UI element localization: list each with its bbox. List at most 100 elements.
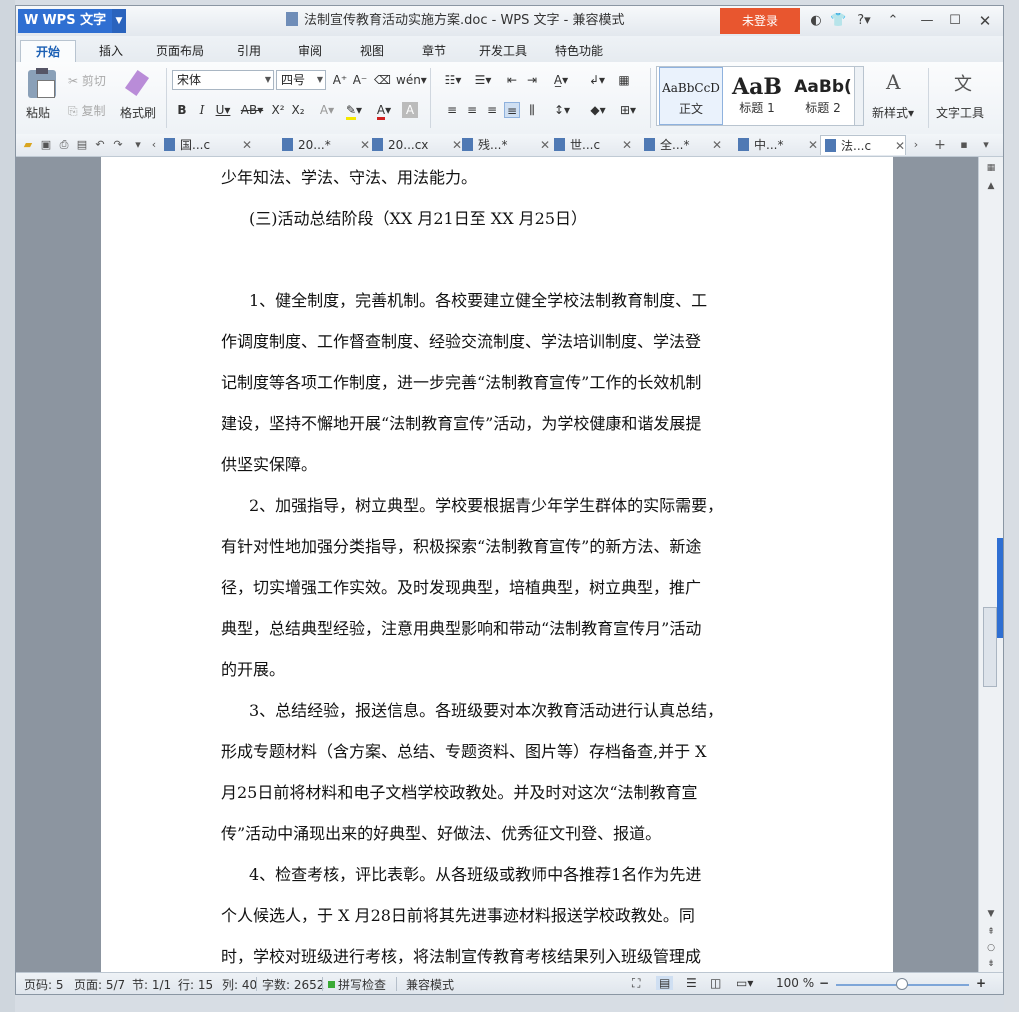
distributed-icon[interactable]: ⫼ [524,102,540,118]
close-icon[interactable]: ✕ [242,135,252,155]
tab-special[interactable]: 特色功能 [546,40,612,62]
browse-object-icon[interactable]: ○ [983,941,999,955]
tab-menu-icon[interactable]: ▾ [978,137,994,153]
bold-icon[interactable]: B [174,102,190,118]
doc-tab[interactable]: 中...* ✕ [738,135,818,155]
underline-icon[interactable]: U▾ [212,102,234,118]
doc-tab[interactable]: 全...* ✕ [644,135,722,155]
next-page-icon[interactable]: ⇟ [983,957,999,971]
tab-list-icon[interactable]: ▪ [956,137,972,153]
tab-developer[interactable]: 开发工具 [470,40,536,62]
split-icon[interactable]: ▦ [983,161,999,175]
tab-view[interactable]: 视图 [346,40,398,62]
new-style-button[interactable]: A 新样式▾ [868,66,926,126]
font-color-icon[interactable]: A▾ [372,102,396,120]
status-section[interactable]: 节: 1/1 [132,976,171,993]
align-center-icon[interactable]: ≡ [464,102,480,118]
subscript-icon[interactable]: X₂ [290,102,306,118]
status-word-count[interactable]: 字数: 2652 [262,976,324,993]
chinese-layout-icon[interactable]: A̲▾ [548,72,574,88]
zoom-slider-handle[interactable] [895,978,908,990]
scroll-thumb[interactable] [983,607,997,687]
new-tab-icon[interactable]: + [932,137,948,153]
style-heading-2[interactable]: AaBb( 标题 2 [791,67,855,125]
phonetic-guide-icon[interactable]: wén▾ [396,72,427,88]
show-marks-icon[interactable]: ↲▾ [586,72,608,88]
grow-font-icon[interactable]: A⁺ [332,72,348,88]
save-icon[interactable]: ▣ [38,137,54,153]
line-spacing-icon[interactable]: ↕▾ [550,102,574,118]
undo-icon[interactable]: ↶ [92,137,108,153]
page-view-icon[interactable]: ▤ [656,976,674,990]
minimize-icon[interactable]: — [918,12,936,30]
zoom-level[interactable]: 100 % [776,976,814,990]
status-column[interactable]: 列: 40 [222,976,257,993]
doc-tab-active[interactable]: 法...c ✕ [820,135,906,155]
zoom-in-icon[interactable]: + [976,976,986,990]
customize-icon[interactable]: ▾ [130,137,146,153]
increase-indent-icon[interactable]: ⇥ [524,72,540,88]
tab-review[interactable]: 审阅 [284,40,336,62]
tab-chapter[interactable]: 章节 [408,40,460,62]
close-icon[interactable]: ✕ [452,135,462,155]
close-icon[interactable]: ✕ [360,135,370,155]
login-button[interactable]: 未登录 [720,8,800,34]
scroll-up-icon[interactable]: ▲ [983,179,999,193]
tab-insert[interactable]: 插入 [86,40,136,62]
status-page-number[interactable]: 页码: 5 [24,976,64,993]
shading-icon[interactable]: ◆▾ [586,102,610,118]
justify-icon[interactable]: ≡ [504,102,520,118]
web-view-icon[interactable]: ◫ [710,976,721,990]
font-size-select[interactable]: 四号 ▼ [276,70,326,90]
status-row[interactable]: 行: 15 [178,976,213,993]
close-icon[interactable]: ✕ [808,135,818,155]
text-effect-icon[interactable]: A▾ [316,102,338,118]
skin-icon[interactable]: ◐ [808,12,824,30]
reading-view-icon[interactable]: ▭▾ [736,976,753,990]
doc-tab[interactable]: 国...c ✕ [164,135,252,155]
spell-check-toggle[interactable]: 拼写检查 [328,976,386,993]
close-icon[interactable]: ✕ [976,12,994,30]
fullscreen-view-icon[interactable]: ⛶ [632,976,640,991]
align-left-icon[interactable]: ≡ [444,102,460,118]
copy-button[interactable]: ⎘ 复制 [68,102,105,119]
close-icon[interactable]: ✕ [895,136,905,156]
doc-tab[interactable]: 世...c ✕ [554,135,632,155]
cut-button[interactable]: ✂ 剪切 [68,72,106,89]
clear-format-icon[interactable]: ⌫ [374,72,391,88]
print-icon[interactable]: ⎙ [56,137,72,153]
document-page[interactable]: 少年知法、学法、守法、用法能力。 (三)活动总结阶段（XX 月21日至 XX 月2… [101,157,893,972]
tab-references[interactable]: 引用 [224,40,274,62]
highlight-icon[interactable]: ✎▾ [342,102,366,120]
style-gallery-scroll[interactable] [854,66,864,126]
outline-view-icon[interactable]: ☰ [686,976,697,990]
redo-icon[interactable]: ↷ [110,137,126,153]
shrink-font-icon[interactable]: A⁻ [352,72,368,88]
table-icon[interactable]: ▦ [616,72,632,88]
help-icon[interactable]: ?▾ [852,12,876,30]
bullet-list-icon[interactable]: ☷▾ [440,72,466,88]
style-normal[interactable]: AaBbCcD 正文 [659,67,723,125]
align-right-icon[interactable]: ≡ [484,102,500,118]
doc-tab[interactable]: 残...* ✕ [462,135,550,155]
prev-page-icon[interactable]: ⇞ [983,925,999,939]
tab-page-layout[interactable]: 页面布局 [146,40,214,62]
strikethrough-icon[interactable]: AB▾ [240,102,264,118]
decrease-indent-icon[interactable]: ⇤ [504,72,520,88]
tabs-left-icon[interactable]: ‹ [146,137,162,153]
side-panel-toggle[interactable] [997,538,1003,638]
format-painter-button[interactable]: 格式刷 [118,66,160,126]
close-icon[interactable]: ✕ [540,135,550,155]
open-folder-icon[interactable]: ▰ [20,137,36,153]
scroll-down-icon[interactable]: ▼ [983,907,999,921]
tab-home[interactable]: 开始 [20,40,76,62]
char-shading-icon[interactable]: A [402,102,418,118]
doc-tab[interactable]: 20...cx ✕ [372,135,462,155]
app-menu-button[interactable]: W WPS 文字 ▼ [18,9,126,33]
italic-icon[interactable]: I [194,102,210,118]
text-tools-button[interactable]: 文 文字工具 [934,66,994,126]
tabs-right-icon[interactable]: › [908,137,924,153]
border-icon[interactable]: ⊞▾ [616,102,640,118]
chevron-down-icon[interactable]: ▼ [112,9,126,33]
numbered-list-icon[interactable]: ☰▾ [470,72,496,88]
